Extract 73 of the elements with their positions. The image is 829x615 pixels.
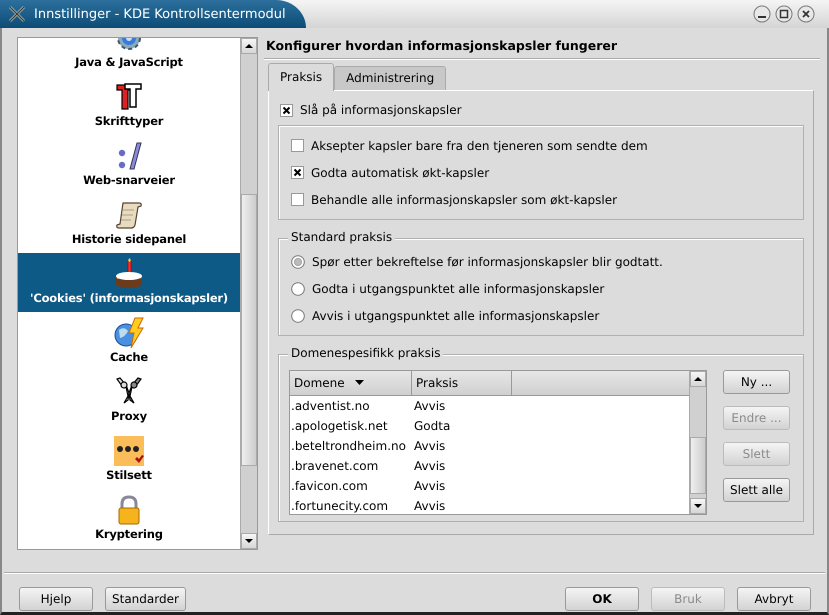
scrollbar[interactable] — [689, 371, 706, 514]
domain-button[interactable]: Slett alle — [723, 478, 790, 502]
module-list-item[interactable]: 'Cookies' (informasjonskapsler) — [18, 253, 240, 312]
page-heading: Konfigurer hvordan informasjonskapsler fungerer — [265, 37, 618, 55]
tab[interactable]: Praksis — [268, 63, 334, 91]
table-cell: Avvis — [414, 479, 446, 493]
dialog-button[interactable]: Hjelp — [19, 587, 93, 611]
checkbox-label: Aksepter kapsler bare fra den tjeneren som sendte dem — [311, 138, 648, 152]
module-list-item[interactable]: Historie sidepanel — [18, 194, 240, 253]
table-cell-text: .adventist.no — [290, 399, 371, 413]
module-list-item[interactable]: Cache — [18, 312, 240, 371]
radio-button[interactable] — [291, 308, 305, 322]
column-header[interactable]: Domene — [290, 371, 412, 395]
scroll-down-icon[interactable] — [690, 498, 706, 514]
item-label: Java & JavaScript — [75, 54, 183, 70]
scroll-up-icon[interactable] — [690, 371, 706, 387]
maximize-icon[interactable] — [775, 5, 793, 23]
checkbox-label: Godta automatisk økt-kapsler — [311, 166, 490, 180]
item-label: Kryptering — [95, 526, 163, 542]
radio-label: Spør etter bekreftelse før informasjonskapsler blir godtatt. — [312, 254, 663, 268]
table-cell-text: .bravenet.com — [290, 459, 380, 473]
module-list-item[interactable]: Web-snarveier — [18, 135, 240, 194]
domain-button[interactable]: Ny ... — [723, 370, 790, 394]
radio-label: Avvis i utgangspunktet alle informasjonskapsler — [312, 308, 600, 322]
window-title: Innstillinger - KDE Kontrollsentermodul — [34, 6, 286, 22]
item-label: Historie sidepanel — [72, 231, 186, 247]
scroll-down-icon[interactable] — [241, 533, 257, 549]
table-cell: Avvis — [414, 439, 446, 453]
globe-lightning-icon — [113, 317, 145, 349]
radio-label: Godta i utgangspunktet alle informasjonskapsler — [312, 282, 604, 296]
checkbox[interactable] — [280, 104, 293, 116]
table-cell-text: .beteltrondheim.no — [290, 439, 407, 453]
column-title: Praksis — [416, 376, 458, 390]
stylesheet-icon — [113, 435, 145, 467]
column-title: Domene — [294, 376, 345, 390]
checkbox-label: Slå på informasjonskapsler — [300, 103, 462, 117]
module-list-item[interactable]: Java & JavaScript — [18, 38, 240, 76]
scrollbar[interactable] — [240, 38, 257, 549]
group-title: Standard praksis — [288, 230, 396, 244]
checkbox[interactable] — [291, 193, 304, 206]
table-cell: Godta — [414, 419, 450, 433]
table-cell-text: .apologetisk.net — [290, 419, 389, 433]
dialog-button[interactable]: Avbryt — [737, 587, 811, 611]
table-cell: Avvis — [414, 459, 446, 473]
x-logo-icon — [8, 5, 26, 23]
table-cell: Avvis — [414, 399, 446, 413]
item-label: 'Cookies' (informasjonskapsler) — [30, 290, 228, 306]
checkbox-label: Behandle alle informasjonskapsler som økt-kapsler — [311, 192, 618, 206]
checkbox[interactable] — [291, 166, 304, 179]
radio-button[interactable] — [291, 282, 305, 296]
scroll-up-icon[interactable] — [241, 38, 257, 54]
module-list-item[interactable]: Stilsett — [18, 430, 240, 489]
dialog-button[interactable]: OK — [565, 587, 639, 611]
item-label: Skrifttyper — [94, 113, 164, 129]
tab[interactable]: Administrering — [334, 66, 446, 90]
item-label: Stilsett — [106, 467, 152, 483]
close-icon[interactable] — [797, 5, 815, 23]
item-label: Proxy — [111, 408, 147, 424]
minimize-icon[interactable] — [753, 5, 771, 23]
item-label: Cache — [110, 349, 148, 365]
table-cell-text: .fortunecity.com — [290, 499, 390, 513]
table-cell-text: .favicon.com — [290, 479, 369, 493]
checkbox[interactable] — [291, 139, 304, 152]
column-header[interactable]: Praksis — [412, 371, 512, 395]
cake-icon — [113, 258, 145, 290]
module-list-item[interactable]: Skrifttyper — [18, 76, 240, 135]
module-list-item[interactable]: Proxy — [18, 371, 240, 430]
module-list-item[interactable]: Kryptering — [18, 489, 240, 548]
group-title: Domenespesifikk praksis — [288, 346, 444, 360]
item-label: Web-snarveier — [83, 172, 175, 188]
table-cell: Avvis — [414, 499, 446, 513]
radio-button[interactable] — [291, 254, 305, 268]
dialog-button[interactable]: Standarder — [105, 587, 186, 611]
